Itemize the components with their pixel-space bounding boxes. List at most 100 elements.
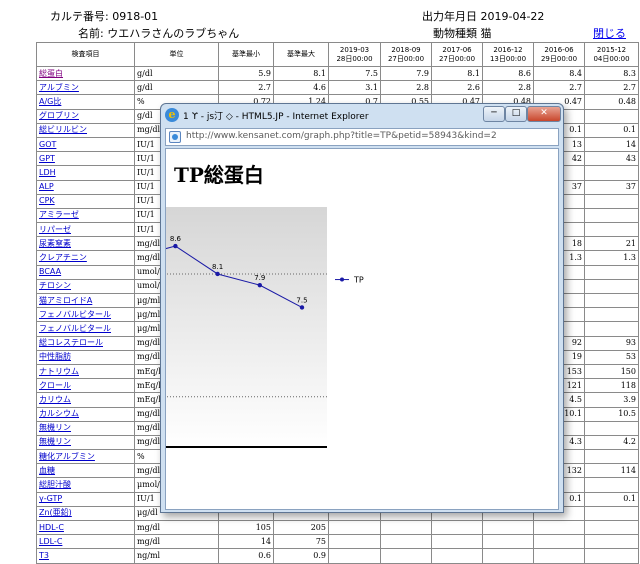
tp-line-chart: t8.15.98.38.48.68.17.97.5TP: [166, 207, 364, 448]
test-item-link[interactable]: ナトリウム: [39, 367, 79, 376]
table-row: LDL-C mg/dl 14 75: [36, 534, 639, 550]
table-row: アルブミン g/dl 2.7 4.6 3.1 2.8 2.6 2.8 2.7 2.7: [36, 80, 639, 96]
test-item-cell: アミラーゼ: [36, 207, 135, 224]
result-value-cell: [584, 477, 639, 493]
test-item-cell: GOT: [36, 136, 135, 153]
test-item-link[interactable]: 尿素窒素: [39, 239, 71, 248]
window-title: 1 ϒ - js汀 ◇ - HTML5.JP - Internet Explor…: [183, 112, 369, 122]
page-icon: [169, 131, 181, 143]
test-item-cell: 糖化アルブミン: [36, 449, 135, 465]
test-item-link[interactable]: アルブミン: [39, 83, 79, 92]
result-value-cell: [584, 165, 639, 181]
result-value-cell: 3.9: [584, 392, 639, 408]
result-value-cell: [533, 519, 585, 536]
plot-area: [166, 207, 327, 447]
result-value-cell: [584, 321, 639, 337]
test-item-link[interactable]: LDL-C: [39, 537, 62, 546]
column-header: 基準最小: [218, 42, 274, 67]
test-item-link[interactable]: 無機リン: [39, 437, 71, 446]
result-value-cell: 8.6: [482, 65, 534, 82]
test-item-link[interactable]: 糖化アルブミン: [39, 452, 95, 461]
column-header: 単位: [134, 42, 219, 67]
column-header: 基準最大: [273, 42, 329, 67]
legend-marker: [340, 277, 344, 282]
test-item-link[interactable]: グロブリン: [39, 111, 79, 120]
test-item-link[interactable]: クロール: [39, 381, 71, 390]
test-item-cell: 尿素窒素: [36, 236, 135, 252]
result-value-cell: 1.3: [584, 250, 639, 266]
column-header: 2018-09 27日00:00: [380, 42, 432, 67]
test-item-link[interactable]: カリウム: [39, 395, 71, 404]
column-header: 2016-12 13日00:00: [482, 42, 534, 67]
test-item-cell: HDL-C: [36, 519, 135, 536]
unit-cell: mg/dl: [134, 534, 219, 550]
test-item-link[interactable]: フェノバルビタール: [39, 310, 111, 319]
test-item-link[interactable]: Zn(亜鉛): [39, 508, 72, 517]
result-value-cell: 21: [584, 236, 639, 252]
result-value-cell: [584, 420, 639, 436]
reference-min-cell: 14: [218, 534, 274, 550]
result-value-cell: [584, 292, 639, 309]
maximize-button[interactable]: □: [505, 106, 527, 122]
test-item-link[interactable]: γ-GTP: [39, 494, 62, 503]
test-item-link[interactable]: A/G比: [39, 97, 61, 106]
result-value-cell: 2.7: [533, 80, 585, 96]
test-item-link[interactable]: チロシン: [39, 281, 71, 290]
test-item-cell: カリウム: [36, 392, 135, 408]
test-item-link[interactable]: アミラーゼ: [39, 210, 79, 219]
window-titlebar[interactable]: e 1 ϒ - js汀 ◇ - HTML5.JP - Internet Expl…: [161, 104, 563, 126]
test-item-link[interactable]: クレアチニン: [39, 253, 87, 262]
result-value-cell: [380, 548, 432, 564]
test-item-cell: チロシン: [36, 278, 135, 295]
data-label: 8.6: [170, 235, 182, 243]
test-item-link[interactable]: LDH: [39, 168, 56, 177]
test-item-cell: 総コレステロール: [36, 335, 135, 351]
test-item-cell: GPT: [36, 151, 135, 167]
reference-max-cell: 75: [273, 534, 329, 550]
test-item-cell: Zn(亜鉛): [36, 505, 135, 522]
result-value-cell: [584, 534, 639, 550]
url-text[interactable]: http://www.kensanet.com/graph.php?title=…: [186, 131, 497, 141]
result-value-cell: [584, 222, 639, 238]
test-item-link[interactable]: HDL-C: [39, 523, 64, 532]
test-item-link[interactable]: 無機リン: [39, 423, 71, 432]
test-item-link[interactable]: 総胆汁酸: [39, 480, 71, 489]
data-point: [173, 243, 178, 249]
close-link[interactable]: 閉じる: [593, 25, 626, 41]
result-value-cell: 10.5: [584, 406, 639, 422]
test-item-link[interactable]: BCAA: [39, 267, 61, 276]
test-item-link[interactable]: 中性脂肪: [39, 352, 71, 361]
test-item-link[interactable]: T3: [39, 551, 49, 560]
test-item-link[interactable]: ALP: [39, 182, 54, 191]
test-item-cell: 中性脂肪: [36, 349, 135, 365]
test-item-link[interactable]: フェノバルビタール: [39, 324, 111, 333]
data-point: [257, 282, 262, 288]
result-value-cell: [584, 449, 639, 465]
table-row: T3 ng/ml 0.6 0.9: [36, 548, 639, 564]
test-item-cell: リパーゼ: [36, 222, 135, 238]
close-window-button[interactable]: ✕: [527, 106, 561, 122]
address-bar[interactable]: http://www.kensanet.com/graph.php?title=…: [165, 128, 559, 146]
graph-popup-window: e 1 ϒ - js汀 ◇ - HTML5.JP - Internet Expl…: [160, 103, 564, 513]
reference-min-cell: 105: [218, 519, 274, 536]
test-item-link[interactable]: CPK: [39, 196, 55, 205]
test-item-link[interactable]: 総蛋白: [39, 69, 63, 78]
result-value-cell: [328, 548, 381, 564]
test-item-link[interactable]: 総ビリルビン: [39, 125, 87, 134]
test-item-link[interactable]: GOT: [39, 140, 56, 149]
minimize-button[interactable]: ─: [483, 106, 505, 122]
data-label: 7.9: [254, 274, 265, 282]
result-value-cell: 4.2: [584, 434, 639, 451]
test-item-link[interactable]: カルシウム: [39, 409, 79, 418]
test-item-link[interactable]: リパーゼ: [39, 225, 71, 234]
test-item-cell: グロブリン: [36, 108, 135, 124]
test-item-link[interactable]: GPT: [39, 154, 55, 163]
test-item-link[interactable]: 総コレステロール: [39, 338, 103, 347]
test-item-link[interactable]: 猫アミロイドA: [39, 296, 92, 305]
test-item-cell: A/G比: [36, 94, 135, 110]
result-value-cell: 93: [584, 335, 639, 351]
page-content: t8.15.98.38.48.68.17.97.5TP TP総蛋白: [165, 148, 559, 510]
result-value-cell: [482, 519, 534, 536]
test-item-link[interactable]: 血糖: [39, 466, 55, 475]
result-value-cell: 43: [584, 151, 639, 167]
